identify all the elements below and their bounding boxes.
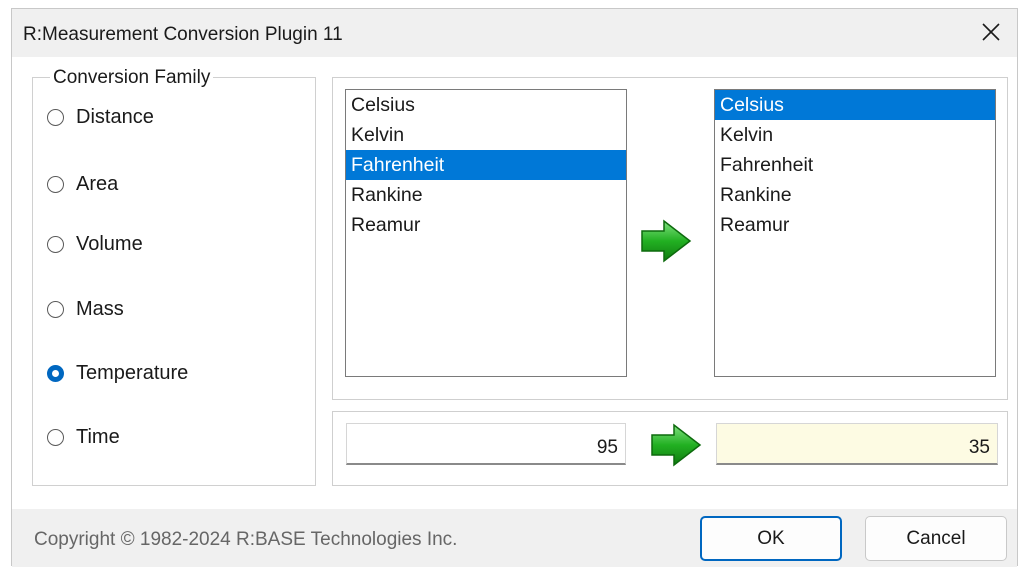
close-icon bbox=[982, 23, 1000, 41]
radio-circle[interactable] bbox=[47, 108, 64, 126]
radio-distance[interactable]: Distance bbox=[47, 103, 154, 131]
dialog-footer: Copyright © 1982-2024 R:BASE Technologie… bbox=[12, 509, 1017, 567]
from-unit-item[interactable]: Rankine bbox=[346, 180, 626, 210]
from-unit-list[interactable]: Celsius Kelvin Fahrenheit Rankine Reamur bbox=[345, 89, 627, 377]
radio-dot bbox=[52, 369, 59, 377]
conversion-dialog: R:Measurement Conversion Plugin 11 Conve… bbox=[11, 8, 1018, 567]
radio-label-mass: Mass bbox=[76, 297, 124, 320]
from-unit-item[interactable]: Celsius bbox=[346, 90, 626, 120]
green-right-arrow-icon bbox=[651, 423, 702, 467]
from-unit-item[interactable]: Reamur bbox=[346, 210, 626, 240]
radio-circle[interactable] bbox=[47, 300, 64, 318]
radio-time[interactable]: Time bbox=[47, 423, 120, 451]
radio-volume[interactable]: Volume bbox=[47, 230, 143, 258]
conversion-family-legend: Conversion Family bbox=[50, 67, 214, 89]
radio-label-volume: Volume bbox=[76, 232, 143, 255]
to-unit-item[interactable]: Reamur bbox=[715, 210, 995, 240]
to-unit-list[interactable]: Celsius Kelvin Fahrenheit Rankine Reamur bbox=[714, 89, 996, 377]
to-unit-item[interactable]: Rankine bbox=[715, 180, 995, 210]
green-right-arrow-icon bbox=[641, 219, 692, 263]
to-unit-item[interactable]: Fahrenheit bbox=[715, 150, 995, 180]
radio-mass[interactable]: Mass bbox=[47, 295, 124, 323]
ok-button[interactable]: OK bbox=[700, 516, 842, 561]
radio-label-time: Time bbox=[76, 425, 120, 448]
copyright-text: Copyright © 1982-2024 R:BASE Technologie… bbox=[34, 529, 458, 550]
radio-temperature[interactable]: Temperature bbox=[47, 359, 188, 387]
close-button[interactable] bbox=[965, 9, 1017, 55]
window-title: R:Measurement Conversion Plugin 11 bbox=[23, 24, 343, 45]
title-bar: R:Measurement Conversion Plugin 11 bbox=[12, 9, 1017, 57]
radio-area[interactable]: Area bbox=[47, 170, 118, 198]
radio-circle[interactable] bbox=[47, 235, 64, 253]
radio-label-temperature: Temperature bbox=[76, 361, 189, 384]
radio-label-distance: Distance bbox=[76, 105, 154, 128]
from-unit-item[interactable]: Kelvin bbox=[346, 120, 626, 150]
radio-label-area: Area bbox=[76, 172, 119, 195]
to-unit-item-selected[interactable]: Celsius bbox=[715, 90, 995, 120]
radio-circle-checked[interactable] bbox=[47, 364, 64, 382]
radio-circle[interactable] bbox=[47, 175, 64, 193]
to-unit-item[interactable]: Kelvin bbox=[715, 120, 995, 150]
cancel-button[interactable]: Cancel bbox=[865, 516, 1007, 561]
radio-circle[interactable] bbox=[47, 428, 64, 446]
dialog-body: Conversion Family Distance Area Volume M… bbox=[12, 57, 1017, 509]
result-value-field: 35 bbox=[716, 423, 998, 465]
from-unit-item-selected[interactable]: Fahrenheit bbox=[346, 150, 626, 180]
input-value-field[interactable]: 95 bbox=[346, 423, 626, 465]
